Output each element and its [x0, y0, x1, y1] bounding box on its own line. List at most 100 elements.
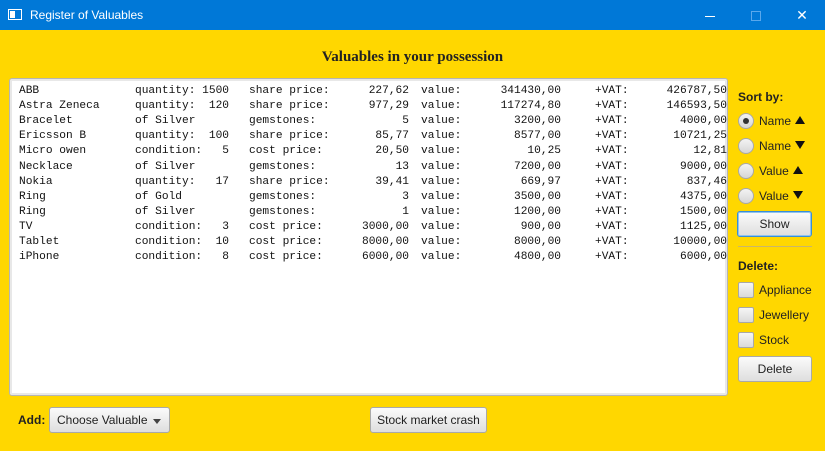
list-item-cell: 9000,00 — [680, 160, 727, 173]
list-item[interactable]: Astra Zeneca quantity: 120 share price: 977… — [19, 100, 727, 115]
sort-option-label: Value — [759, 164, 789, 178]
list-item-cell: 4000,00 — [680, 115, 727, 128]
list-item-cell: 10000,00 — [673, 236, 727, 248]
list-item-cell: Nokia — [19, 175, 53, 188]
choose-valuable-dropdown[interactable]: Choose Valuable — [49, 407, 170, 433]
list-item-cell: share price: — [249, 130, 330, 143]
list-item-cell: cost price: — [249, 145, 323, 158]
maximize-button[interactable] — [733, 0, 779, 30]
sort-option-label: Name — [759, 114, 792, 128]
window-title: Register of Valuables — [30, 8, 144, 22]
list-item-cell: gemstones: — [249, 115, 317, 128]
list-item-cell: +VAT: — [595, 160, 629, 173]
list-item-cell: value: — [421, 175, 462, 188]
radio-button[interactable] — [738, 113, 754, 129]
list-item-cell: value: — [421, 190, 462, 203]
list-item-cell: value: — [421, 115, 462, 128]
sort-option-label: Value — [759, 189, 789, 203]
list-item-cell: 977,29 — [368, 100, 409, 113]
list-item[interactable]: Ring of Gold gemstones: 3 value: 3500,00 +VAT:… — [19, 190, 727, 206]
list-item-cell: 6000,00 — [362, 251, 409, 264]
minimize-button[interactable] — [687, 0, 733, 30]
list-item[interactable]: Ericsson B quantity: 100 share price: 85,77… — [19, 130, 727, 145]
list-item-cell: 341430,00 — [500, 85, 561, 97]
list-item-cell: 10721,25 — [673, 130, 727, 143]
list-item[interactable]: Ring of Silver gemstones: 1 value: 1200,00 +VA… — [19, 205, 727, 221]
list-item-cell: 227,62 — [368, 85, 409, 97]
list-item-cell: 39,41 — [375, 175, 409, 188]
list-item-cell: 4375,00 — [680, 190, 727, 203]
list-item-cell: 6000,00 — [680, 251, 727, 264]
list-item-cell: value: — [421, 100, 462, 113]
list-item-cell: 3500,00 — [514, 190, 561, 203]
delete-button[interactable]: Delete — [738, 356, 812, 382]
radio-button[interactable] — [738, 163, 754, 179]
triangle-down-icon — [792, 191, 803, 199]
radio-button[interactable] — [738, 138, 754, 154]
list-item-cell: quantity: 120 — [135, 100, 229, 113]
list-item-cell: of Silver — [135, 115, 196, 128]
list-item-cell: share price: — [249, 85, 330, 97]
list-item-cell: value: — [421, 251, 462, 264]
list-item-cell: 8000,00 — [362, 236, 409, 248]
list-item-cell: of Silver — [135, 160, 196, 173]
list-item-cell: of Silver — [135, 205, 196, 218]
page-heading: Valuables in your possession — [321, 49, 504, 65]
list-item[interactable]: Tablet condition: 10 cost price: 8000,00 val… — [19, 236, 727, 251]
list-item-cell: +VAT: — [595, 130, 629, 143]
add-label: Add: — [18, 413, 46, 427]
list-item-cell: +VAT: — [595, 85, 629, 97]
list-item[interactable]: Nokia quantity: 17 share price: 39,41 value:… — [19, 175, 727, 191]
checkbox-label: Stock — [759, 333, 790, 347]
minimize-icon — [705, 15, 715, 17]
radio-button[interactable] — [738, 188, 754, 204]
list-item[interactable]: Micro owen condition: 5 cost price: 20,50 va… — [19, 145, 727, 160]
list-item-cell: ABB — [19, 85, 40, 97]
list-item[interactable]: Necklace of Silver gemstones: 13 value: 7200,… — [19, 160, 727, 176]
close-icon: ✕ — [796, 7, 808, 23]
list-item-cell: +VAT: — [595, 236, 629, 248]
list-item-cell: share price: — [249, 175, 330, 188]
list-item-cell: iPhone — [19, 251, 60, 264]
stock-market-crash-button[interactable]: Stock market crash — [370, 407, 487, 433]
valuables-list[interactable]: ABB quantity: 1500 share price: 227,62 value… — [9, 78, 728, 396]
list-item-cell: TV — [19, 220, 33, 233]
list-item-cell: Ring — [19, 205, 46, 218]
list-item-cell: 8000,00 — [514, 236, 561, 248]
list-item-cell: 85,77 — [375, 130, 409, 143]
list-item-cell: Astra Zeneca — [19, 100, 100, 113]
list-item-cell: gemstones: — [249, 160, 317, 173]
close-button[interactable]: ✕ — [779, 0, 825, 30]
list-item-cell: 5 — [402, 115, 409, 128]
title-bar: Register of Valuables ✕ — [0, 0, 825, 30]
list-item-cell: +VAT: — [595, 115, 629, 128]
list-item-cell: 10,25 — [527, 145, 561, 158]
list-item-cell: value: — [421, 85, 462, 97]
triangle-up-icon — [792, 166, 803, 174]
list-item-cell: 900,00 — [520, 220, 561, 233]
checkbox[interactable] — [738, 307, 754, 323]
list-item-cell: 8577,00 — [514, 130, 561, 143]
list-item[interactable]: TV condition: 3 cost price: 3000,00 value: 90… — [19, 220, 727, 236]
list-item-cell: value: — [421, 130, 462, 143]
list-item-cell: 1 — [402, 205, 409, 218]
show-button[interactable]: Show — [737, 211, 812, 237]
checkbox[interactable] — [738, 332, 754, 348]
list-item-cell: value: — [421, 160, 462, 173]
list-item-cell: +VAT: — [595, 175, 629, 188]
window-icon — [8, 9, 22, 20]
list-item-cell: Tablet — [19, 236, 60, 248]
list-item-cell: 3 — [402, 190, 409, 203]
list-item-cell: +VAT: — [595, 145, 629, 158]
list-item[interactable]: Bracelet of Silver gemstones: 5 value: 3200,0… — [19, 115, 727, 130]
list-item-cell: condition: 8 — [135, 251, 229, 264]
list-item-cell: share price: — [249, 100, 330, 113]
checkbox[interactable] — [738, 282, 754, 298]
list-item-cell: cost price: — [249, 236, 323, 248]
sort-option-label: Name — [759, 139, 792, 153]
list-item[interactable]: iPhone condition: 8 cost price: 6000,00 valu… — [19, 251, 727, 266]
list-item[interactable]: ABB quantity: 1500 share price: 227,62 value… — [19, 85, 727, 100]
list-item-cell: 1500,00 — [680, 205, 727, 218]
list-item-cell: 1200,00 — [514, 205, 561, 218]
list-item-cell: value: — [421, 205, 462, 218]
